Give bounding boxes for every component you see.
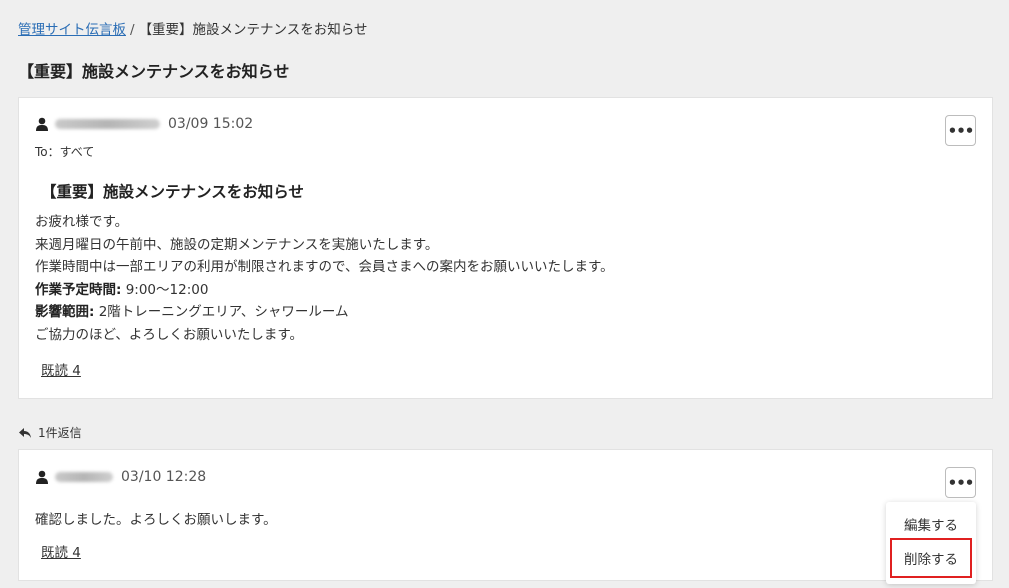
post-scope-line: 影響範囲: 2階トレーニングエリア、シャワールーム [35, 301, 614, 324]
user-icon [35, 117, 49, 131]
breadcrumb-parent-link[interactable]: 管理サイト伝言板 [18, 22, 126, 38]
post-more-button[interactable]: ••• [945, 115, 976, 146]
post-recipients: To：すべて [35, 145, 95, 159]
post-title: 【重要】施設メンテナンスをお知らせ [41, 183, 304, 201]
post-body: お疲れ様です。 来週月曜日の午前中、施設の定期メンテナンスを実施いたします。 作… [35, 211, 614, 346]
reply-icon [18, 427, 32, 439]
author-name-blurred [55, 119, 160, 129]
breadcrumb-separator: / [130, 22, 135, 38]
post-body-line: 来週月曜日の午前中、施設の定期メンテナンスを実施いたします。 [35, 236, 439, 253]
reply-more-button[interactable]: ••• [945, 467, 976, 498]
post-timestamp: 03/09 15:02 [168, 116, 254, 132]
reply-count: 1件返信 [18, 424, 82, 441]
breadcrumb: 管理サイト伝言板 / 【重要】施設メンテナンスをお知らせ [18, 18, 368, 38]
post-body-line: ご協力のほど、よろしくお願いいたします。 [35, 326, 303, 343]
post-body-line: お疲れ様です。 [35, 214, 129, 230]
schedule-value: 9:00〜12:00 [121, 281, 209, 298]
breadcrumb-current: 【重要】施設メンテナンスをお知らせ [138, 22, 368, 38]
reply-count-label: 1件返信 [38, 426, 82, 440]
post-body-line: 作業時間中は一部エリアの利用が制限されますので、会員さまへの案内をお願いいいたし… [35, 259, 614, 275]
reply-timestamp: 03/10 12:28 [121, 469, 207, 485]
page-title: 【重要】施設メンテナンスをお知らせ [18, 62, 290, 81]
reply-read-count-link[interactable]: 既読 4 [41, 541, 81, 561]
author-name-blurred [55, 472, 113, 482]
more-icon: ••• [947, 473, 975, 492]
user-icon [35, 470, 49, 484]
post-read-count-link[interactable]: 既読 4 [41, 359, 81, 379]
scope-label: 影響範囲: [35, 304, 95, 320]
reply-card: 03/10 12:28 ••• 確認しました。よろしくお願いします。 既読 4 [18, 449, 993, 581]
post-author-row: 03/09 15:02 [35, 116, 253, 132]
edit-menu-item[interactable]: 編集する [886, 506, 976, 542]
delete-menu-item[interactable]: 削除する [890, 538, 972, 578]
post-schedule-line: 作業予定時間: 9:00〜12:00 [35, 279, 614, 302]
scope-value: 2階トレーニングエリア、シャワールーム [94, 304, 349, 320]
post-card: 03/09 15:02 ••• To：すべて 【重要】施設メンテナンスをお知らせ… [18, 97, 993, 399]
reply-author-row: 03/10 12:28 [35, 469, 206, 485]
schedule-label: 作業予定時間: [35, 281, 122, 298]
reply-action-menu: 編集する 削除する [886, 502, 976, 584]
more-icon: ••• [947, 121, 975, 140]
reply-text: 確認しました。よろしくお願いします。 [35, 512, 277, 528]
